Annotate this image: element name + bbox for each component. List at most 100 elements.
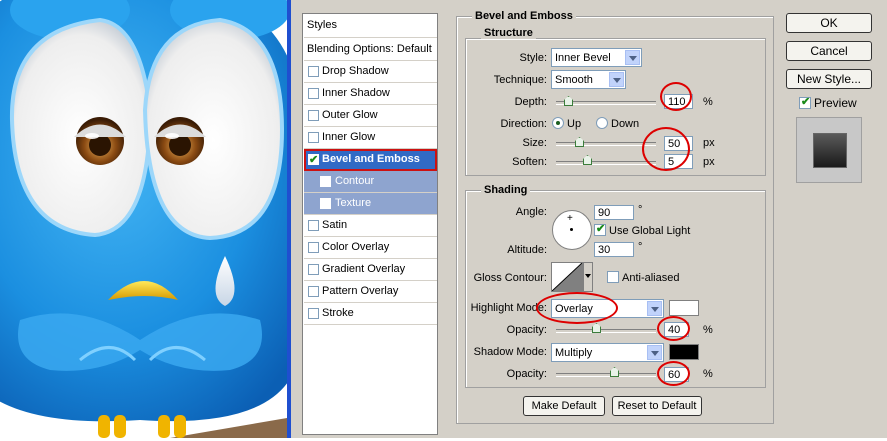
angle-degree: °: [638, 204, 643, 216]
shadow-color-swatch[interactable]: [669, 344, 699, 360]
style-item-label: Outer Glow: [322, 109, 378, 121]
shadow-opacity-label: Opacity:: [506, 368, 547, 380]
depth-unit: %: [703, 96, 713, 108]
altitude-input[interactable]: 30: [594, 242, 634, 257]
shadow-opacity-unit: %: [703, 368, 713, 380]
style-item-bevel-emboss[interactable]: ✔ Bevel and Emboss: [304, 149, 437, 171]
styles-list: Styles Blending Options: Default Drop Sh…: [302, 13, 438, 435]
style-select-value: Inner Bevel: [555, 52, 611, 64]
cancel-button[interactable]: Cancel: [786, 41, 872, 61]
style-item-blending-options[interactable]: Blending Options: Default: [304, 38, 437, 61]
soften-label: Soften:: [512, 156, 547, 168]
chevron-down-icon: [609, 72, 624, 87]
gloss-contour-swatch[interactable]: [551, 262, 583, 292]
artwork-canvas: [0, 0, 300, 438]
altitude-label: Altitude:: [507, 244, 547, 256]
highlight-opacity-label: Opacity:: [506, 324, 547, 336]
outer-glow-checkbox[interactable]: [308, 110, 319, 121]
make-default-button[interactable]: Make Default: [523, 396, 605, 416]
check-icon: ✔: [309, 154, 319, 166]
style-item-inner-glow[interactable]: Inner Glow: [304, 127, 437, 149]
contour-checkbox[interactable]: [320, 176, 331, 187]
new-style-button[interactable]: New Style...: [786, 69, 872, 89]
style-item-label: Satin: [322, 219, 348, 231]
angle-input[interactable]: 90: [594, 205, 634, 220]
preview-thumbnail: [796, 117, 862, 183]
texture-checkbox[interactable]: [320, 198, 331, 209]
chevron-down-icon: [647, 345, 662, 360]
global-light-checkbox[interactable]: ✔: [594, 223, 606, 236]
style-item-inner-shadow[interactable]: Inner Shadow: [304, 83, 437, 105]
drop-shadow-checkbox[interactable]: [308, 66, 319, 77]
ok-button[interactable]: OK: [786, 13, 872, 33]
highlight-opacity-track[interactable]: [556, 329, 656, 333]
direction-up-radio[interactable]: [552, 117, 564, 129]
anti-aliased-checkbox[interactable]: [607, 271, 619, 283]
direction-up-label: Up: [567, 118, 582, 130]
annotation-circle: [657, 316, 690, 341]
annotation-ellipse: [536, 292, 618, 324]
style-item-satin[interactable]: Satin: [304, 215, 437, 237]
style-item-color-overlay[interactable]: Color Overlay: [304, 237, 437, 259]
technique-select-value: Smooth: [555, 74, 593, 86]
shadow-opacity-track[interactable]: [556, 373, 656, 377]
annotation-circle: [642, 127, 690, 171]
technique-label: Technique:: [493, 74, 547, 86]
size-slider-track[interactable]: [556, 142, 656, 146]
style-item-label: Contour: [335, 175, 375, 187]
depth-label: Depth:: [514, 96, 547, 108]
style-select[interactable]: Inner Bevel: [551, 48, 642, 67]
style-item-label: Drop Shadow: [322, 65, 389, 77]
style-item-label: Texture: [335, 197, 372, 209]
global-light-label: Use Global Light: [609, 225, 691, 237]
annotation-circle: [657, 361, 690, 386]
inner-glow-checkbox[interactable]: [308, 132, 319, 143]
gloss-contour-dropdown[interactable]: [583, 262, 593, 292]
chevron-down-icon: [625, 50, 640, 65]
style-item-gradient-overlay[interactable]: Gradient Overlay: [304, 259, 437, 281]
direction-label: Direction:: [500, 118, 547, 130]
contour-curve-icon: [551, 262, 583, 292]
styles-header[interactable]: Styles: [304, 14, 437, 38]
altitude-degree: °: [638, 241, 643, 253]
style-item-stroke[interactable]: Stroke: [304, 303, 437, 325]
size-unit: px: [703, 137, 715, 149]
satin-checkbox[interactable]: [308, 220, 319, 231]
shadow-mode-select[interactable]: Multiply: [551, 343, 664, 362]
direction-down-radio[interactable]: [596, 117, 608, 129]
crosshair-icon: +: [567, 213, 573, 224]
style-item-label: Pattern Overlay: [322, 285, 399, 297]
bevel-emboss-title: Bevel and Emboss: [472, 10, 576, 22]
preview-label: Preview: [814, 96, 857, 110]
shadow-mode-label: Shadow Mode:: [473, 346, 547, 358]
style-item-label: Stroke: [322, 307, 354, 319]
style-item-pattern-overlay[interactable]: Pattern Overlay: [304, 281, 437, 303]
highlight-color-swatch[interactable]: [669, 300, 699, 316]
inner-shadow-checkbox[interactable]: [308, 88, 319, 99]
anti-aliased-label: Anti-aliased: [622, 272, 680, 284]
technique-select[interactable]: Smooth: [551, 70, 626, 89]
style-item-texture[interactable]: Texture: [304, 193, 437, 215]
check-icon: ✔: [596, 223, 606, 235]
bevel-emboss-checkbox[interactable]: ✔: [308, 154, 319, 166]
styles-title: Styles: [307, 19, 337, 31]
angle-dial[interactable]: +: [552, 210, 592, 250]
style-item-drop-shadow[interactable]: Drop Shadow: [304, 61, 437, 83]
style-item-outer-glow[interactable]: Outer Glow: [304, 105, 437, 127]
style-item-label: Blending Options: Default: [307, 43, 432, 55]
structure-title: Structure: [481, 27, 536, 39]
gloss-contour-label: Gloss Contour:: [473, 272, 547, 284]
soften-slider-track[interactable]: [556, 161, 656, 165]
style-item-contour[interactable]: Contour: [304, 171, 437, 193]
shadow-mode-value: Multiply: [555, 347, 593, 359]
highlight-opacity-unit: %: [703, 324, 713, 336]
preview-checkbox[interactable]: ✔: [799, 96, 811, 109]
reset-default-button[interactable]: Reset to Default: [612, 396, 702, 416]
chevron-down-icon: [647, 301, 662, 316]
direction-down-label: Down: [611, 118, 640, 130]
color-overlay-checkbox[interactable]: [308, 242, 319, 253]
stroke-checkbox[interactable]: [308, 308, 319, 319]
pattern-overlay-checkbox[interactable]: [308, 286, 319, 297]
gradient-overlay-checkbox[interactable]: [308, 264, 319, 275]
style-item-label: Inner Glow: [322, 131, 376, 143]
